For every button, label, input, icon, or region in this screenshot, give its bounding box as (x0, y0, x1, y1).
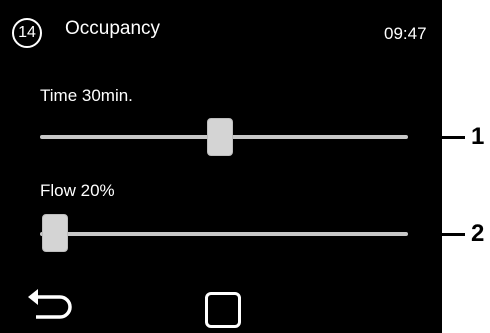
callout-number-1: 1 (471, 123, 485, 150)
device-screen: 14 Occupancy 09:47 Time 30min. Flow 20% (0, 0, 442, 333)
header-bar: 14 Occupancy 09:47 (0, 0, 442, 50)
flow-slider-thumb[interactable] (41, 214, 68, 252)
time-slider-label: Time 30min. (40, 86, 133, 105)
home-square-icon[interactable] (205, 292, 241, 328)
callout-line-2 (420, 233, 465, 236)
callout-line-1 (420, 136, 465, 139)
page-title: Occupancy (65, 18, 161, 39)
callout-number-2: 2 (471, 220, 485, 247)
clock: 09:47 (384, 24, 427, 43)
back-arrow-icon[interactable] (24, 287, 76, 323)
time-slider-thumb[interactable] (207, 118, 234, 156)
flow-slider-label: Flow 20% (40, 181, 115, 200)
page-number-badge: 14 (12, 18, 42, 48)
flow-slider-track[interactable] (40, 232, 408, 236)
